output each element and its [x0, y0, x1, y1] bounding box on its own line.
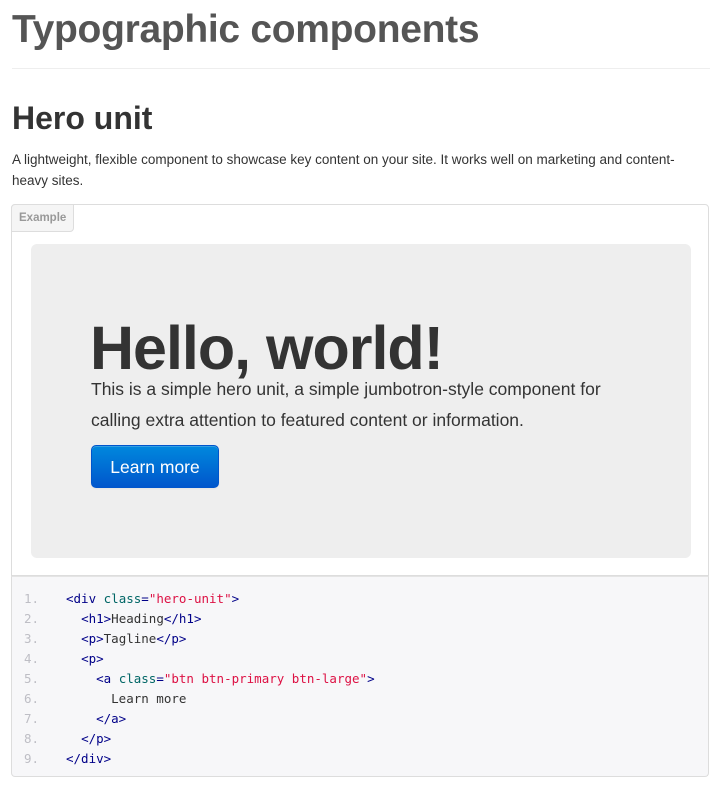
code-line: 8. </p>	[12, 729, 708, 749]
section-title: Hero unit	[12, 100, 153, 136]
line-number: 9.	[24, 751, 40, 766]
code-token: >	[231, 591, 240, 606]
learn-more-button[interactable]: Learn more	[91, 445, 219, 488]
line-number: 7.	[24, 711, 40, 726]
code-token: <p>	[81, 631, 104, 646]
line-number: 3.	[24, 631, 40, 646]
code-line: 5. <a class="btn btn-primary btn-large">	[12, 669, 708, 689]
hero-unit: Hello, world! This is a simple hero unit…	[31, 244, 691, 558]
code-token: <div	[66, 591, 104, 606]
code-token: </p>	[156, 631, 187, 646]
code-token: =	[141, 591, 149, 606]
code-token: Tagline	[103, 631, 157, 646]
code-token: Learn more	[66, 691, 187, 706]
section-description: A lightweight, flexible component to sho…	[12, 152, 675, 188]
code-token: "hero-unit"	[148, 591, 232, 606]
code-token: <p>	[81, 651, 104, 666]
line-number: 5.	[24, 671, 40, 686]
line-number: 8.	[24, 731, 40, 746]
code-text: <p>Tagline</p>	[66, 629, 186, 649]
code-token: </h1>	[163, 611, 202, 626]
code-text: </a>	[66, 709, 126, 729]
code-block: 1. <div class="hero-unit"> 2. <h1>Heading<…	[11, 576, 709, 777]
code-token: <a	[96, 671, 119, 686]
code-text: <div class="hero-unit">	[66, 589, 239, 609]
code-text: <p>	[66, 649, 104, 669]
code-token: Heading	[111, 611, 164, 626]
line-number: 2.	[24, 611, 40, 626]
code-token: =	[156, 671, 164, 686]
code-line: 9. </div>	[12, 749, 708, 769]
line-number: 1.	[24, 591, 40, 606]
code-token: "btn btn-primary btn-large"	[163, 671, 368, 686]
example-container: Example Hello, world! This is a simple h…	[11, 204, 709, 576]
line-number: 6.	[24, 691, 40, 706]
code-text: <h1>Heading</h1>	[66, 609, 202, 629]
title-divider	[12, 68, 710, 69]
code-text: </div>	[66, 749, 111, 769]
code-text: </p>	[66, 729, 111, 749]
code-line: 3. <p>Tagline</p>	[12, 629, 708, 649]
code-token: <h1>	[81, 611, 112, 626]
code-token: </p>	[81, 731, 112, 746]
code-text: Learn more	[66, 689, 186, 709]
code-line: 7. </a>	[12, 709, 708, 729]
code-token: class	[118, 671, 157, 686]
code-line: 4. <p>	[12, 649, 708, 669]
code-token: >	[367, 671, 375, 686]
code-token: </div>	[66, 751, 112, 766]
code-text: <a class="btn btn-primary btn-large">	[66, 669, 375, 689]
code-token: class	[103, 591, 142, 606]
line-number: 4.	[24, 651, 40, 666]
code-token: </a>	[96, 711, 127, 726]
hero-tagline: This is a simple hero unit, a simple jum…	[91, 379, 601, 430]
code-line: 1. <div class="hero-unit">	[12, 589, 708, 609]
example-label: Example	[11, 204, 75, 232]
code-line: 2. <h1>Heading</h1>	[12, 609, 708, 629]
page-title: Typographic components	[12, 8, 480, 51]
code-line: 6. Learn more	[12, 689, 708, 709]
